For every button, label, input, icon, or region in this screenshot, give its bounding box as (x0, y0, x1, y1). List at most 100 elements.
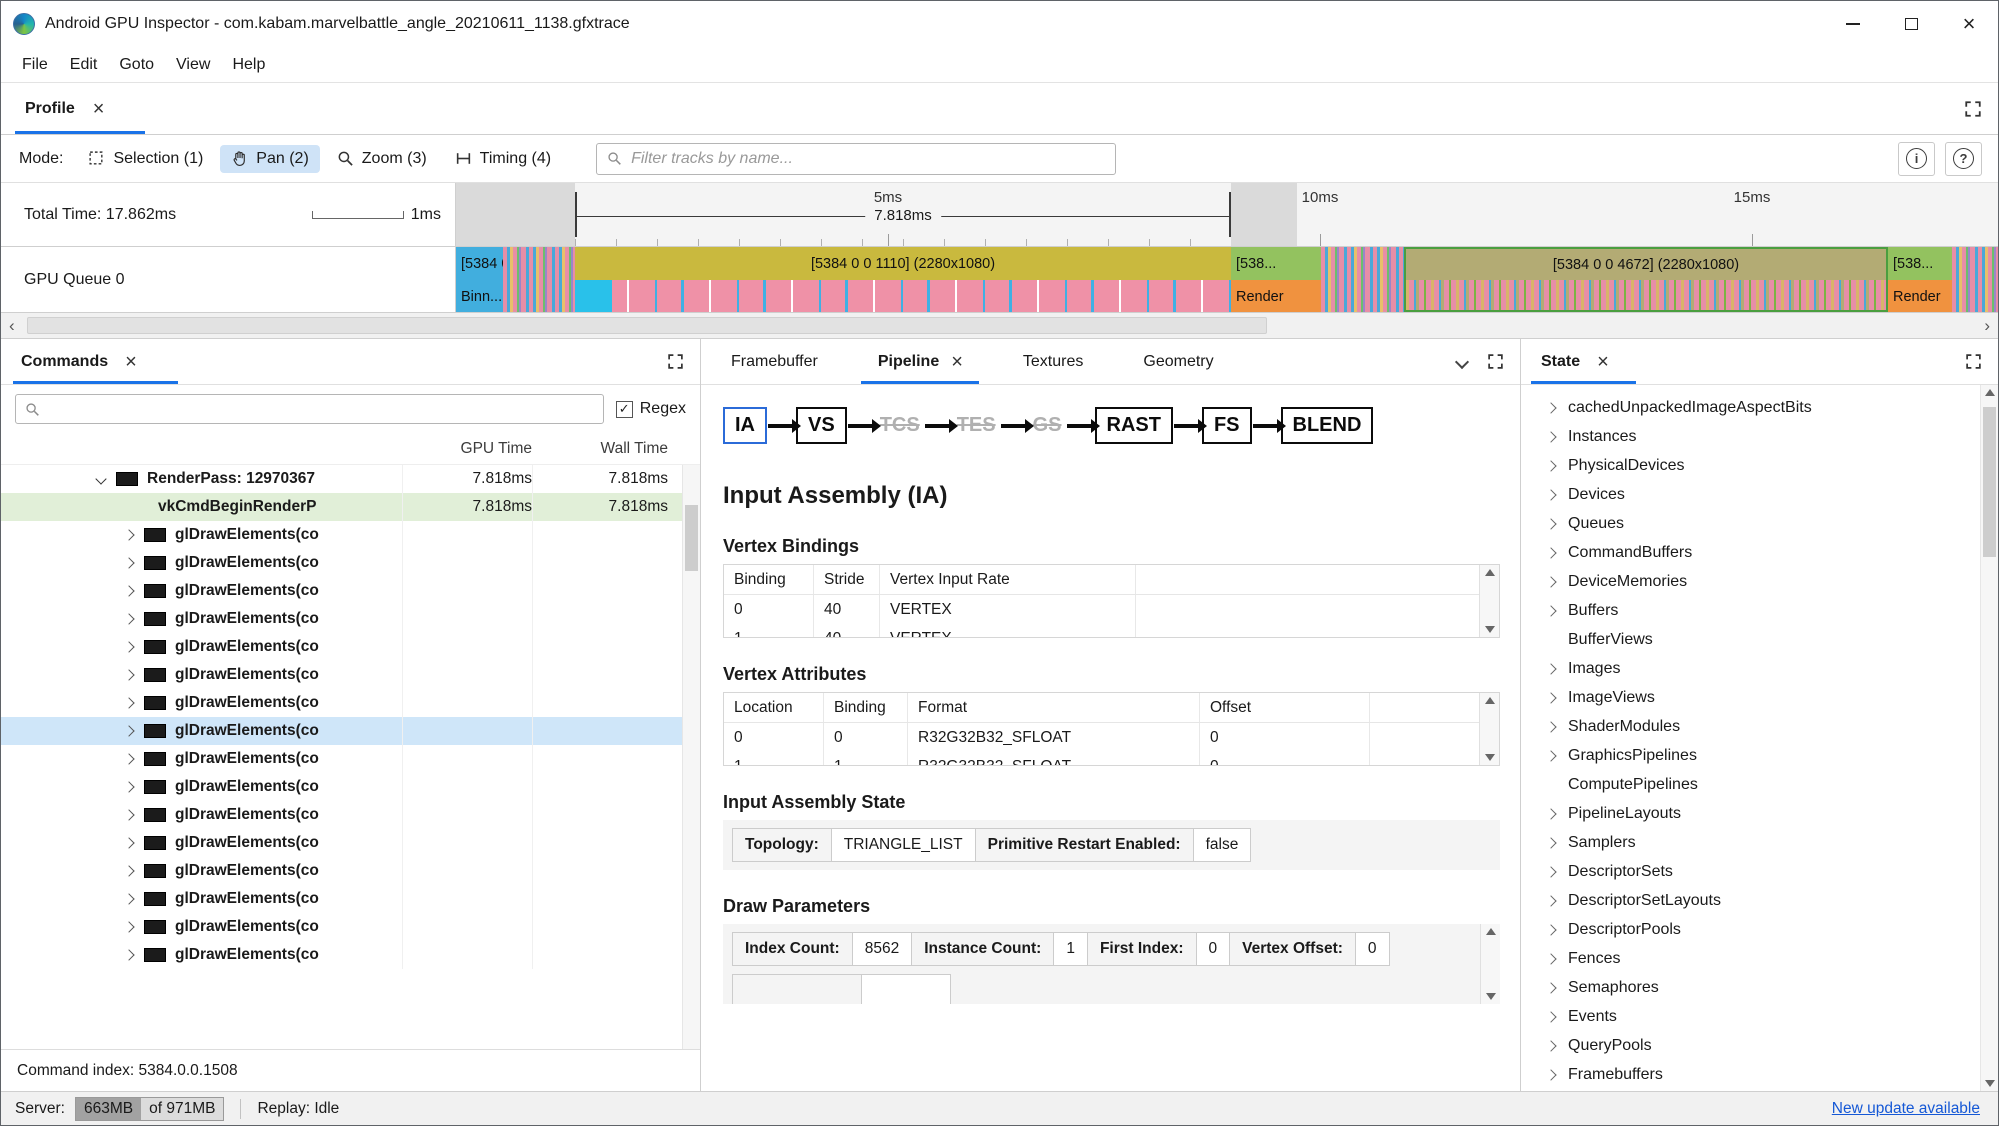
state-item-devices[interactable]: Devices (1521, 480, 1980, 509)
close-tab-icon[interactable]: × (125, 352, 137, 372)
tab-textures[interactable]: Textures (993, 339, 1113, 384)
timeline-span-renderpass-1110[interactable]: [5384 0 0 1110] (2280x1080) (575, 247, 1231, 312)
scrollbar-thumb[interactable] (685, 505, 698, 571)
expand-icon[interactable] (123, 529, 135, 541)
tab-state[interactable]: State × (1521, 339, 1636, 384)
stage-tes[interactable]: TES (953, 409, 1000, 442)
command-row[interactable]: glDrawElements(co (1, 549, 682, 577)
state-item-descriptorsetlayouts[interactable]: DescriptorSetLayouts (1521, 886, 1980, 915)
mode-pan-button[interactable]: Pan (2) (220, 144, 320, 173)
state-item-commandbuffers[interactable]: CommandBuffers (1521, 538, 1980, 567)
state-item-events[interactable]: Events (1521, 1002, 1980, 1031)
state-item-images[interactable]: Images (1521, 654, 1980, 683)
stage-ia[interactable]: IA (723, 407, 767, 444)
expand-icon[interactable] (1545, 662, 1557, 675)
expand-icon[interactable] (123, 669, 135, 681)
command-row[interactable]: glDrawElements(co (1, 745, 682, 773)
command-row[interactable]: glDrawElements(co (1, 633, 682, 661)
state-item-graphicspipelines[interactable]: GraphicsPipelines (1521, 741, 1980, 770)
scroll-down-icon[interactable] (1484, 626, 1495, 633)
expand-icon[interactable] (1545, 894, 1557, 907)
scroll-right-icon[interactable]: › (1984, 317, 1990, 334)
expand-icon[interactable] (123, 557, 135, 569)
table-scrollbar[interactable] (1479, 693, 1499, 765)
expand-icon[interactable] (1545, 1039, 1557, 1052)
expand-icon[interactable] (123, 949, 135, 961)
timeline-span-group[interactable] (1321, 247, 1404, 312)
command-row[interactable]: glDrawElements(co (1, 717, 682, 745)
state-item-physicaldevices[interactable]: PhysicalDevices (1521, 451, 1980, 480)
table-row[interactable]: 0 40 VERTEX (724, 595, 1499, 624)
fullscreen-icon[interactable] (667, 353, 684, 370)
table-row[interactable]: 0 0 R32G32B32_SFLOAT 0 (724, 723, 1499, 752)
expand-icon[interactable] (1545, 517, 1557, 530)
commands-vertical-scrollbar[interactable] (682, 465, 700, 1049)
expand-icon[interactable] (123, 585, 135, 597)
chevron-down-icon[interactable] (1454, 354, 1470, 369)
expand-icon[interactable] (123, 781, 135, 793)
close-tab-icon[interactable]: × (1597, 352, 1609, 372)
state-item-descriptorpools[interactable]: DescriptorPools (1521, 915, 1980, 944)
scroll-left-icon[interactable]: ‹ (9, 317, 15, 334)
command-row[interactable]: glDrawElements(co (1, 773, 682, 801)
table-row[interactable]: 1 40 VERTEX (724, 624, 1499, 637)
command-row[interactable]: vkCmdBeginRenderP 7.818ms 7.818ms (1, 493, 682, 521)
timeline-span-render-1[interactable]: [538... Render (1231, 247, 1321, 312)
expand-icon[interactable] (1545, 691, 1557, 704)
scroll-up-icon[interactable] (1984, 389, 1995, 396)
timeline-horizontal-scrollbar[interactable]: ‹ › (1, 313, 1998, 339)
scrollbar-thumb[interactable] (1983, 407, 1996, 557)
command-row[interactable]: glDrawElements(co (1, 689, 682, 717)
expand-icon[interactable] (1545, 865, 1557, 878)
command-row[interactable]: glDrawElements(co (1, 577, 682, 605)
stage-fs[interactable]: FS (1201, 407, 1252, 444)
help-button[interactable]: ? (1945, 141, 1982, 176)
expand-icon[interactable] (1545, 720, 1557, 733)
state-item-devicememories[interactable]: DeviceMemories (1521, 567, 1980, 596)
commands-search-input[interactable] (15, 394, 604, 424)
expand-icon[interactable] (123, 809, 135, 821)
command-row[interactable]: glDrawElements(co (1, 913, 682, 941)
state-item-queues[interactable]: Queues (1521, 509, 1980, 538)
expand-icon[interactable] (123, 837, 135, 849)
mode-selection-button[interactable]: Selection (1) (77, 145, 214, 173)
timeline-span-group[interactable] (1952, 247, 1998, 312)
state-item-instances[interactable]: Instances (1521, 422, 1980, 451)
expand-icon[interactable] (1545, 459, 1557, 472)
timeline-ruler[interactable]: 5ms 10ms 15ms 7.818ms (456, 183, 1998, 246)
command-row[interactable]: glDrawElements(co (1, 661, 682, 689)
state-item-pipelinelayouts[interactable]: PipelineLayouts (1521, 799, 1980, 828)
close-tab-icon[interactable]: × (951, 352, 963, 372)
fullscreen-icon[interactable] (1487, 353, 1504, 370)
gpu-queue-track[interactable]: [5384 0... Binn... [5384 0 0 1110] (2280… (456, 247, 1998, 312)
scroll-up-icon[interactable] (1484, 569, 1495, 576)
state-item-cachedunpackedimageaspectbits[interactable]: cachedUnpackedImageAspectBits (1521, 393, 1980, 422)
state-item-framebuffers[interactable]: Framebuffers (1521, 1060, 1980, 1089)
mode-timing-button[interactable]: Timing (4) (444, 145, 562, 173)
expand-icon[interactable] (1545, 575, 1557, 588)
tab-pipeline[interactable]: Pipeline × (848, 339, 993, 384)
state-item-semaphores[interactable]: Semaphores (1521, 973, 1980, 1002)
expand-icon[interactable] (123, 613, 135, 625)
close-tab-icon[interactable]: × (93, 99, 105, 119)
expand-icon[interactable] (1545, 836, 1557, 849)
expand-icon[interactable] (1545, 749, 1557, 762)
command-row[interactable]: glDrawElements(co (1, 857, 682, 885)
scroll-down-icon[interactable] (1984, 1080, 1995, 1087)
state-item-samplers[interactable]: Samplers (1521, 828, 1980, 857)
expand-icon[interactable] (1545, 981, 1557, 994)
table-scrollbar[interactable] (1479, 565, 1499, 637)
expand-icon[interactable] (123, 753, 135, 765)
maximize-button[interactable] (1882, 1, 1940, 47)
update-available-link[interactable]: New update available (1832, 1100, 1980, 1118)
scroll-down-icon[interactable] (1485, 993, 1496, 1000)
expand-icon[interactable] (123, 725, 135, 737)
expand-icon[interactable] (1545, 604, 1557, 617)
menu-item-edit[interactable]: Edit (59, 56, 109, 74)
expand-icon[interactable] (123, 921, 135, 933)
state-item-imageviews[interactable]: ImageViews (1521, 683, 1980, 712)
close-button[interactable]: × (1940, 1, 1998, 47)
checkbox-checked-icon[interactable]: ✓ (615, 400, 633, 418)
stage-tcs[interactable]: TCS (876, 409, 924, 442)
expand-icon[interactable] (1545, 546, 1557, 559)
